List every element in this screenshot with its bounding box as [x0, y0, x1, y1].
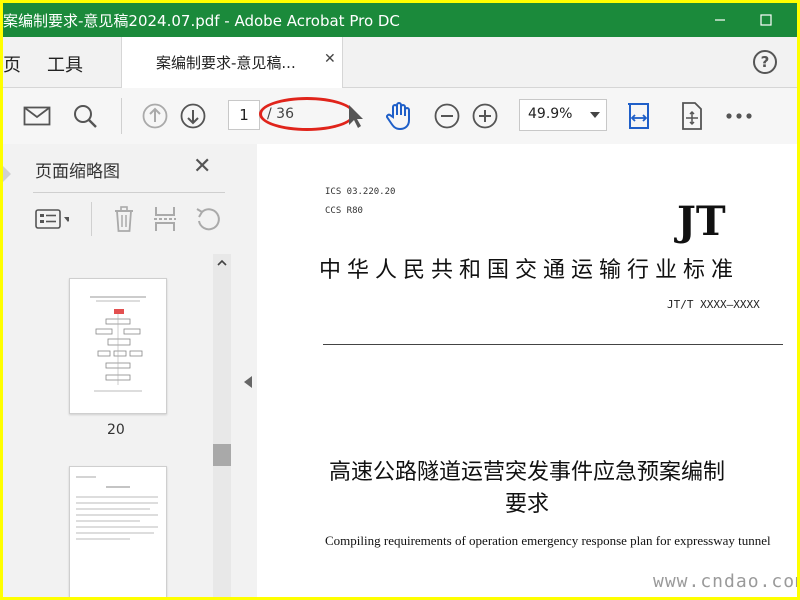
toolbar-divider	[121, 98, 122, 134]
toolbar: 1 / 36 49.9%	[3, 88, 797, 145]
arrow-down-circle-icon	[180, 103, 206, 129]
mail-icon	[23, 106, 51, 126]
thumbnail-page-number: 20	[107, 422, 125, 438]
english-title: Compiling requirements of operation emer…	[325, 533, 771, 548]
tab-home[interactable]: 页	[3, 51, 21, 77]
scrollbar-thumb[interactable]	[213, 444, 231, 466]
search-button[interactable]	[69, 100, 101, 132]
insert-pages-icon	[154, 207, 176, 231]
divider-line	[323, 344, 783, 345]
flowchart-preview-icon	[90, 296, 146, 392]
zoom-in-button[interactable]	[469, 100, 501, 132]
fit-width-button[interactable]	[623, 100, 655, 132]
chevron-up-icon[interactable]	[217, 258, 227, 268]
thumbnails-panel: 页面缩略图 ✕ 20	[3, 144, 242, 597]
thumbnail-list: 20	[3, 254, 231, 597]
zoom-out-icon	[434, 103, 460, 129]
tab-tools[interactable]: 工具	[47, 51, 83, 77]
fit-width-icon	[628, 103, 649, 129]
page-move-icon	[682, 102, 702, 130]
chevron-down-icon	[590, 112, 600, 118]
more-tools-button[interactable]	[723, 100, 755, 132]
zoom-out-button[interactable]	[431, 100, 463, 132]
rotate-icon	[196, 208, 220, 231]
rotate-page-button[interactable]	[191, 204, 225, 234]
more-icon	[726, 113, 752, 119]
email-button[interactable]	[21, 100, 53, 132]
list-options-icon	[35, 209, 69, 229]
arrow-up-circle-icon	[142, 103, 168, 129]
text-page-preview-icon	[76, 476, 158, 540]
help-icon[interactable]: ?	[753, 50, 777, 74]
page-thumbnail[interactable]	[69, 278, 167, 414]
delete-page-button[interactable]	[107, 204, 141, 234]
tab-document[interactable]: 案编制要求-意见稿... ✕	[121, 37, 343, 88]
close-icon[interactable]: ✕	[324, 51, 336, 67]
zoom-in-icon	[472, 103, 498, 129]
zoom-value: 49.9%	[528, 106, 573, 122]
hand-tool-button[interactable]	[383, 100, 415, 132]
tab-row: 页 工具 案编制要求-意见稿... ✕ ?	[3, 37, 797, 88]
minimize-icon	[715, 19, 725, 21]
title-bar: 案编制要求-意见稿2024.07.pdf - Adobe Acrobat Pro…	[3, 3, 797, 37]
page-number-input[interactable]: 1	[228, 100, 260, 130]
window-title: 案编制要求-意见稿2024.07.pdf - Adobe Acrobat Pro…	[3, 12, 400, 30]
maximize-icon	[760, 14, 772, 26]
thumbnail-scrollbar[interactable]	[213, 254, 231, 597]
panel-title: 页面缩略图	[35, 162, 120, 182]
panel-collapse-strip[interactable]	[241, 144, 258, 597]
hand-icon	[386, 102, 410, 131]
close-panel-icon[interactable]: ✕	[193, 154, 211, 179]
ics-code: ICS 03.220.20	[325, 187, 396, 197]
collapse-panel-icon[interactable]	[244, 376, 252, 388]
tab-document-label: 案编制要求-意见稿...	[156, 54, 296, 72]
site-watermark: www.cndao.com	[653, 571, 797, 592]
standard-title: 中华人民共和国交通运输行业标准	[319, 258, 740, 283]
document-title-continued: 要求	[504, 492, 549, 517]
previous-page-button[interactable]	[139, 100, 171, 132]
trash-icon	[115, 206, 133, 232]
insert-page-button[interactable]	[148, 204, 182, 234]
rotate-view-button[interactable]	[675, 100, 707, 132]
minimize-button[interactable]	[697, 3, 743, 37]
page-thumbnail[interactable]	[69, 466, 167, 597]
zoom-select[interactable]: 49.9%	[519, 99, 607, 131]
jt-logo: JT	[677, 198, 726, 245]
select-tool-button[interactable]	[339, 100, 371, 132]
panel-pointer-icon	[3, 166, 11, 182]
standard-code: JT/T XXXX—XXXX	[667, 298, 760, 311]
cursor-arrow-icon	[349, 105, 363, 128]
search-icon	[74, 105, 97, 128]
document-title: 高速公路隧道运营突发事件应急预案编制	[328, 460, 725, 485]
divider	[91, 202, 92, 236]
acrobat-window: 案编制要求-意见稿2024.07.pdf - Adobe Acrobat Pro…	[3, 3, 797, 597]
maximize-button[interactable]	[743, 3, 789, 37]
next-page-button[interactable]	[177, 100, 209, 132]
document-page: ICS 03.220.20 CCS R80 JT 中华人民共和国交通运输行业标准…	[257, 144, 797, 597]
divider	[33, 192, 225, 193]
ccs-code: CCS R80	[325, 206, 363, 216]
thumbnail-options-button[interactable]	[35, 204, 69, 234]
